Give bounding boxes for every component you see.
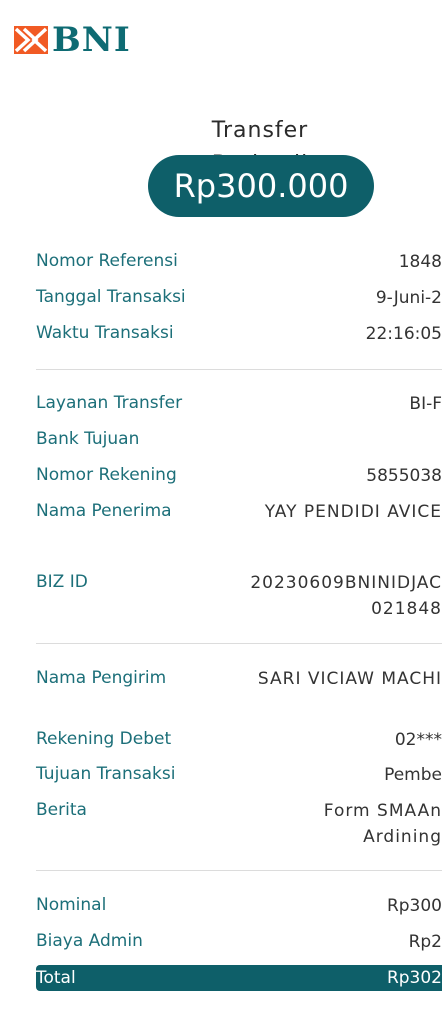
bank-label: Bank Tujuan [36, 429, 140, 449]
service-value: BI-F [409, 394, 442, 414]
bizid-label: BIZ ID [36, 572, 88, 592]
ref-value: 1848 [398, 252, 442, 272]
amount-badge: Rp300.000 [148, 155, 374, 217]
total-value: Rp302 [386, 968, 442, 988]
section-divider [36, 369, 442, 370]
section-divider [36, 870, 442, 871]
date-label: Tanggal Transaksi [36, 287, 186, 307]
total-bar: Total Rp302 [36, 965, 442, 991]
total-label: Total [36, 968, 76, 988]
ref-label: Nomor Referensi [36, 251, 178, 271]
time-label: Waktu Transaksi [36, 323, 174, 343]
sender-name-label: Nama Pengirim [36, 668, 167, 688]
account-label: Nomor Rekening [36, 465, 177, 485]
debit-account-value: 02*** [394, 730, 442, 750]
admin-fee-value: Rp2 [408, 932, 442, 952]
time-value: 22:16:05 [365, 324, 442, 344]
account-value: 5855038 [366, 466, 442, 486]
bni-logo: BNI [14, 22, 131, 58]
purpose-value: Pembe [384, 765, 442, 785]
recipient-value: YAY PENDIDI AVICE [264, 502, 442, 522]
service-label: Layanan Transfer [36, 393, 183, 413]
admin-fee-label: Biaya Admin [36, 931, 143, 951]
purpose-label: Tujuan Transaksi [36, 764, 176, 784]
nominal-value: Rp300 [386, 896, 442, 916]
sender-name-value: SARI VICIAW MACHI [257, 669, 442, 689]
bizid-value: 20230609BNINIDJAC 021848 [250, 573, 442, 619]
bni-logo-text: BNI [52, 20, 131, 60]
date-value: 9-Juni-2 [375, 288, 442, 308]
section-divider [36, 643, 442, 644]
recipient-label: Nama Penerima [36, 501, 172, 521]
debit-account-label: Rekening Debet [36, 729, 172, 749]
note-value: Form SMAAn Ardining [323, 801, 442, 847]
nominal-label: Nominal [36, 895, 107, 915]
bni-logo-icon [14, 26, 48, 54]
note-label: Berita [36, 800, 87, 820]
